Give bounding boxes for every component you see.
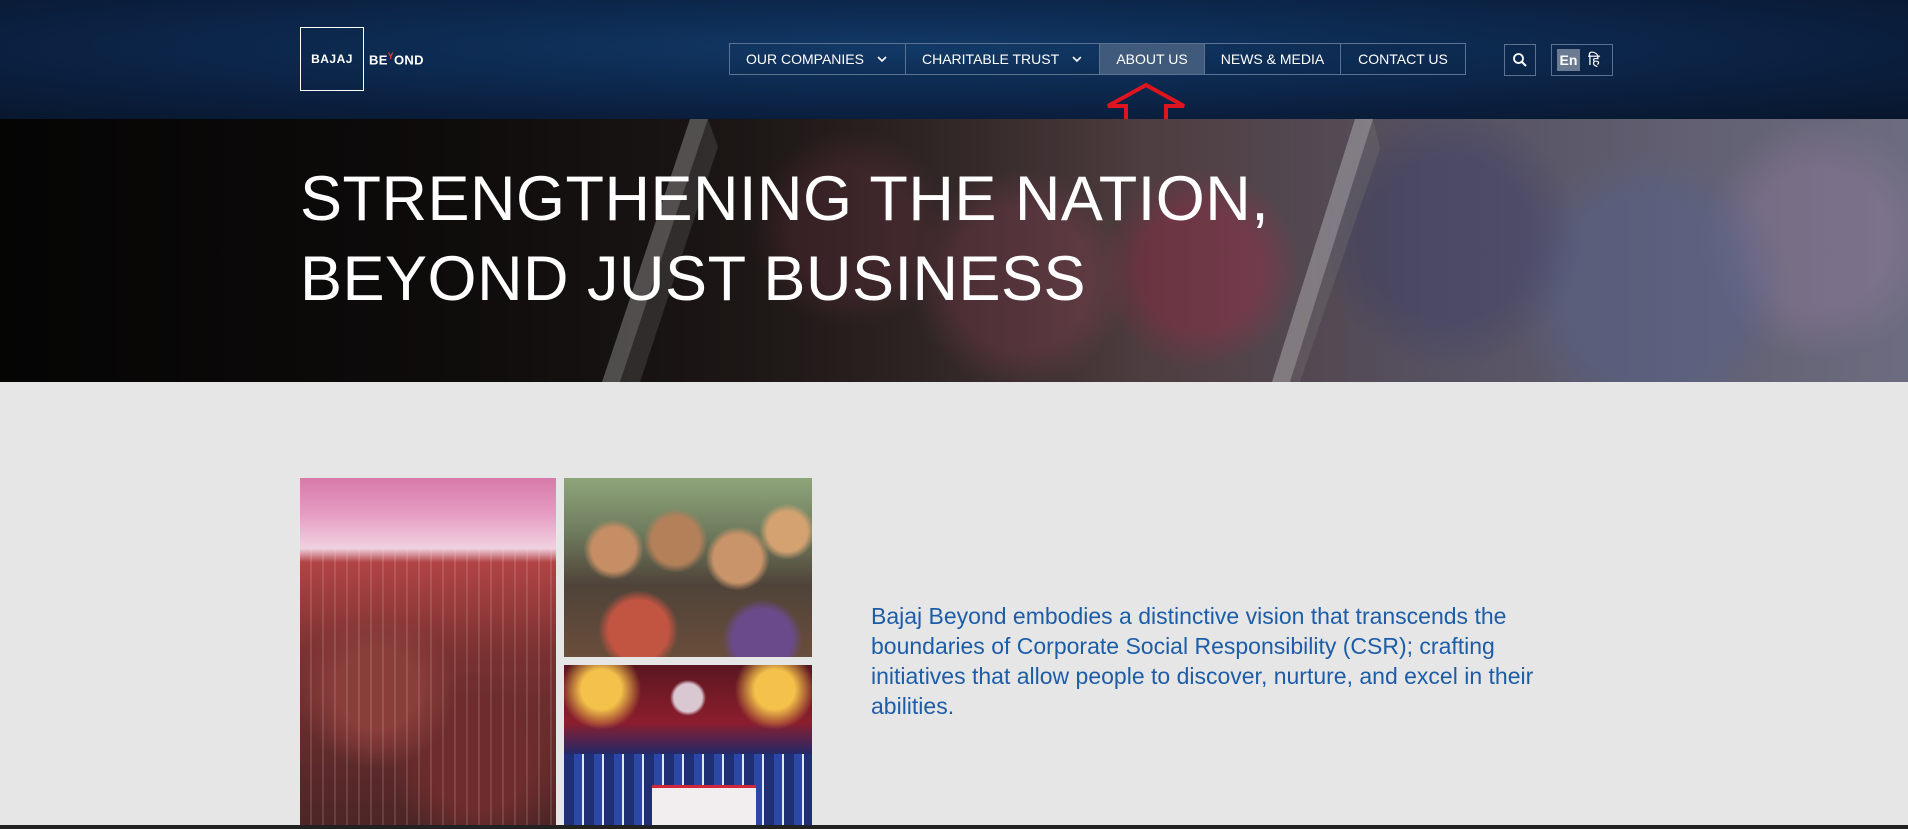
hero-banner: STRENGTHENING THE NATION, BEYOND JUST BU… xyxy=(0,119,1908,382)
nav-item-our-companies[interactable]: OUR COMPANIES xyxy=(730,44,906,74)
hero-title: STRENGTHENING THE NATION, BEYOND JUST BU… xyxy=(300,159,1300,319)
nav-item-contact-us[interactable]: CONTACT US xyxy=(1341,44,1465,74)
nav-item-label: NEWS & MEDIA xyxy=(1220,51,1325,67)
lang-hi-button[interactable]: हि xyxy=(1588,50,1600,70)
logo-wordmark-end: OND xyxy=(393,52,424,68)
site-header: BAJAJ BEYOND OUR COMPANIES CHARITABLE TR… xyxy=(0,0,1908,119)
chevron-down-icon xyxy=(1072,56,1082,63)
gallery-image-crowd xyxy=(300,478,556,829)
gallery-image-schoolgirls xyxy=(564,478,812,657)
chevron-down-icon xyxy=(877,56,887,63)
nav-item-label: ABOUT US xyxy=(1116,51,1188,67)
bajaj-beyond-logo[interactable]: BAJAJ BEYOND xyxy=(300,27,424,91)
gallery-image-banner xyxy=(652,785,756,829)
logo-wordmark-start: BE xyxy=(369,52,388,68)
hero-title-line-1: STRENGTHENING THE NATION, xyxy=(300,164,1270,234)
gallery-image-team-trophy xyxy=(564,665,812,829)
nav-item-label: CONTACT US xyxy=(1358,51,1448,67)
intro-paragraph: Bajaj Beyond embodies a distinctive visi… xyxy=(871,603,1534,719)
hero-title-line-2: BEYOND JUST BUSINESS xyxy=(300,244,1087,314)
logo-box: BAJAJ xyxy=(300,27,364,91)
nav-item-news-media[interactable]: NEWS & MEDIA xyxy=(1205,44,1341,74)
language-switcher: En हि xyxy=(1551,44,1613,76)
bottom-edge xyxy=(0,825,1908,829)
search-button[interactable] xyxy=(1504,44,1536,76)
logo-box-text: BAJAJ xyxy=(311,52,353,66)
nav-item-label: CHARITABLE TRUST xyxy=(922,51,1060,67)
lang-en-button[interactable]: En xyxy=(1557,49,1580,71)
nav-item-label: OUR COMPANIES xyxy=(746,51,864,67)
main-nav: OUR COMPANIES CHARITABLE TRUST ABOUT US … xyxy=(729,43,1466,75)
nav-item-about-us[interactable]: ABOUT US xyxy=(1100,44,1205,74)
logo-wordmark: BEYOND xyxy=(369,51,424,67)
search-icon xyxy=(1513,53,1527,67)
nav-item-charitable-trust[interactable]: CHARITABLE TRUST xyxy=(906,44,1100,74)
